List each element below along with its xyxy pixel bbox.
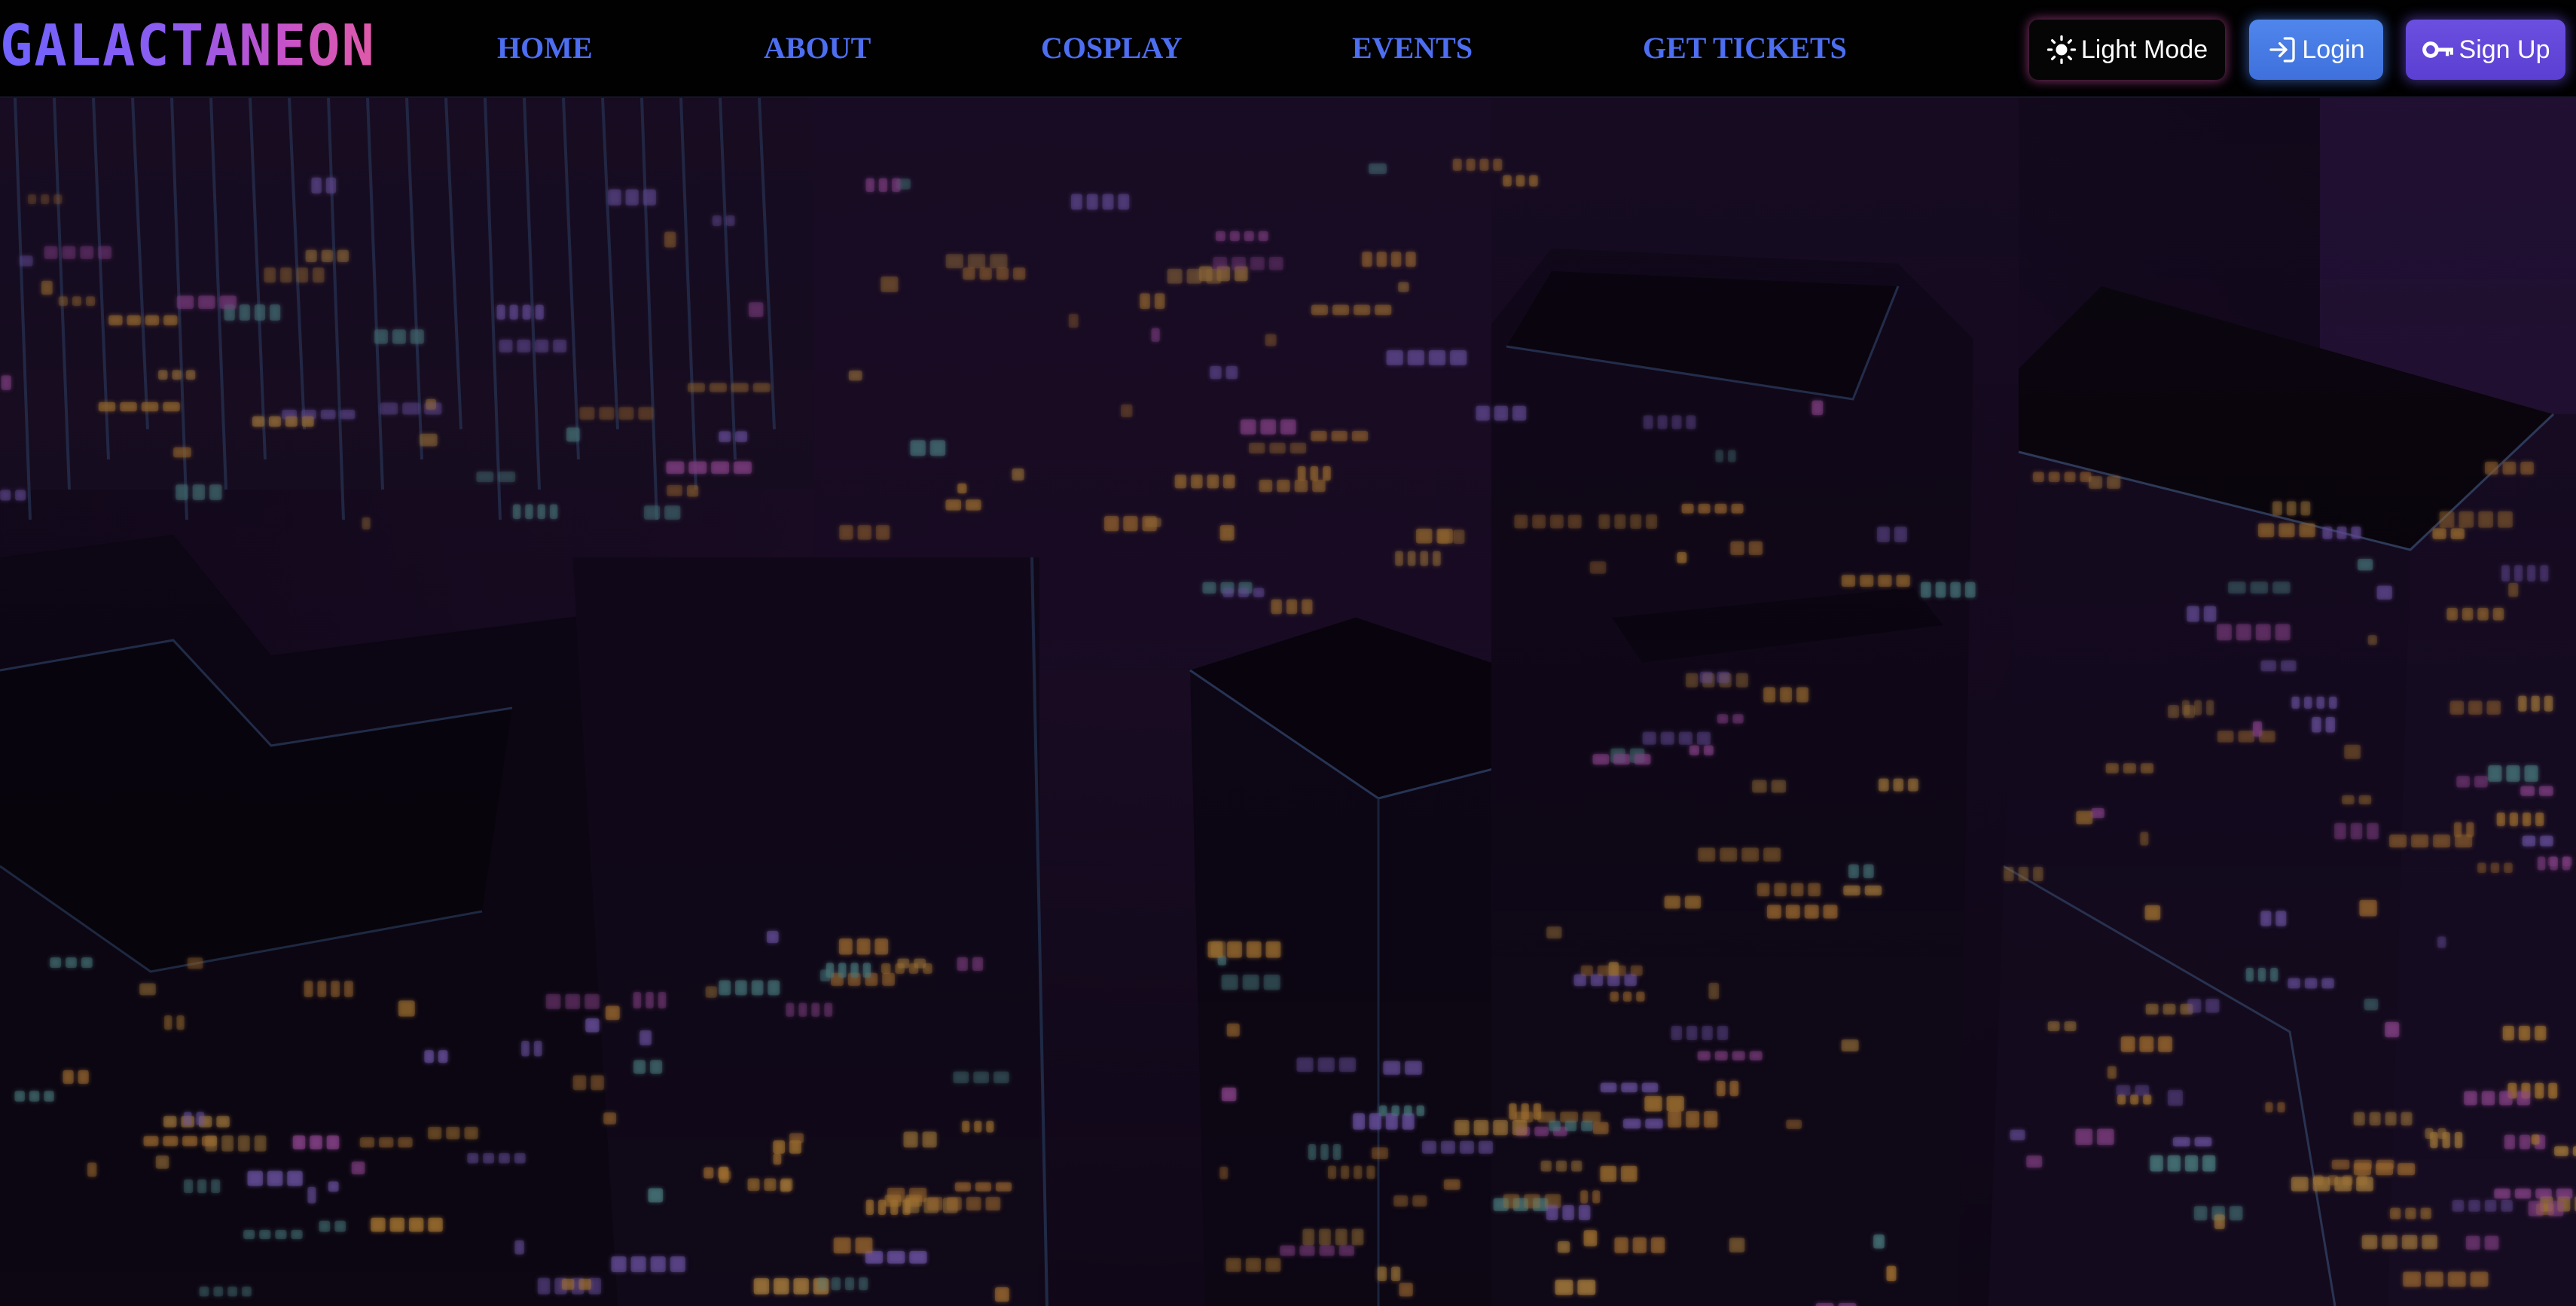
login-label: Login [2302,35,2365,64]
key-icon [2422,35,2455,65]
hero-city-background [0,98,2576,1306]
site-logo[interactable]: GALACTANEON [0,14,376,77]
login-arrow-icon [2267,35,2297,65]
nav-link-get-tickets[interactable]: GET TICKETS [1643,29,1847,68]
nav-link-cosplay[interactable]: COSPLAY [1041,29,1182,68]
light-mode-label: Light Mode [2080,35,2208,64]
light-mode-toggle-button[interactable]: Light Mode [2029,20,2225,80]
nav-link-home[interactable]: HOME [497,29,593,68]
sun-icon [2046,35,2077,65]
sign-up-label: Sign Up [2458,35,2550,64]
top-navbar: GALACTANEON HOME ABOUT COSPLAY EVENTS GE… [0,0,2576,98]
login-button[interactable]: Login [2249,20,2383,80]
neon-city-skyline-illustration [0,98,2576,1306]
page: GALACTANEON HOME ABOUT COSPLAY EVENTS GE… [0,0,2576,1306]
nav-link-events[interactable]: EVENTS [1352,29,1473,68]
sign-up-button[interactable]: Sign Up [2406,20,2565,80]
nav-link-about[interactable]: ABOUT [764,29,871,68]
